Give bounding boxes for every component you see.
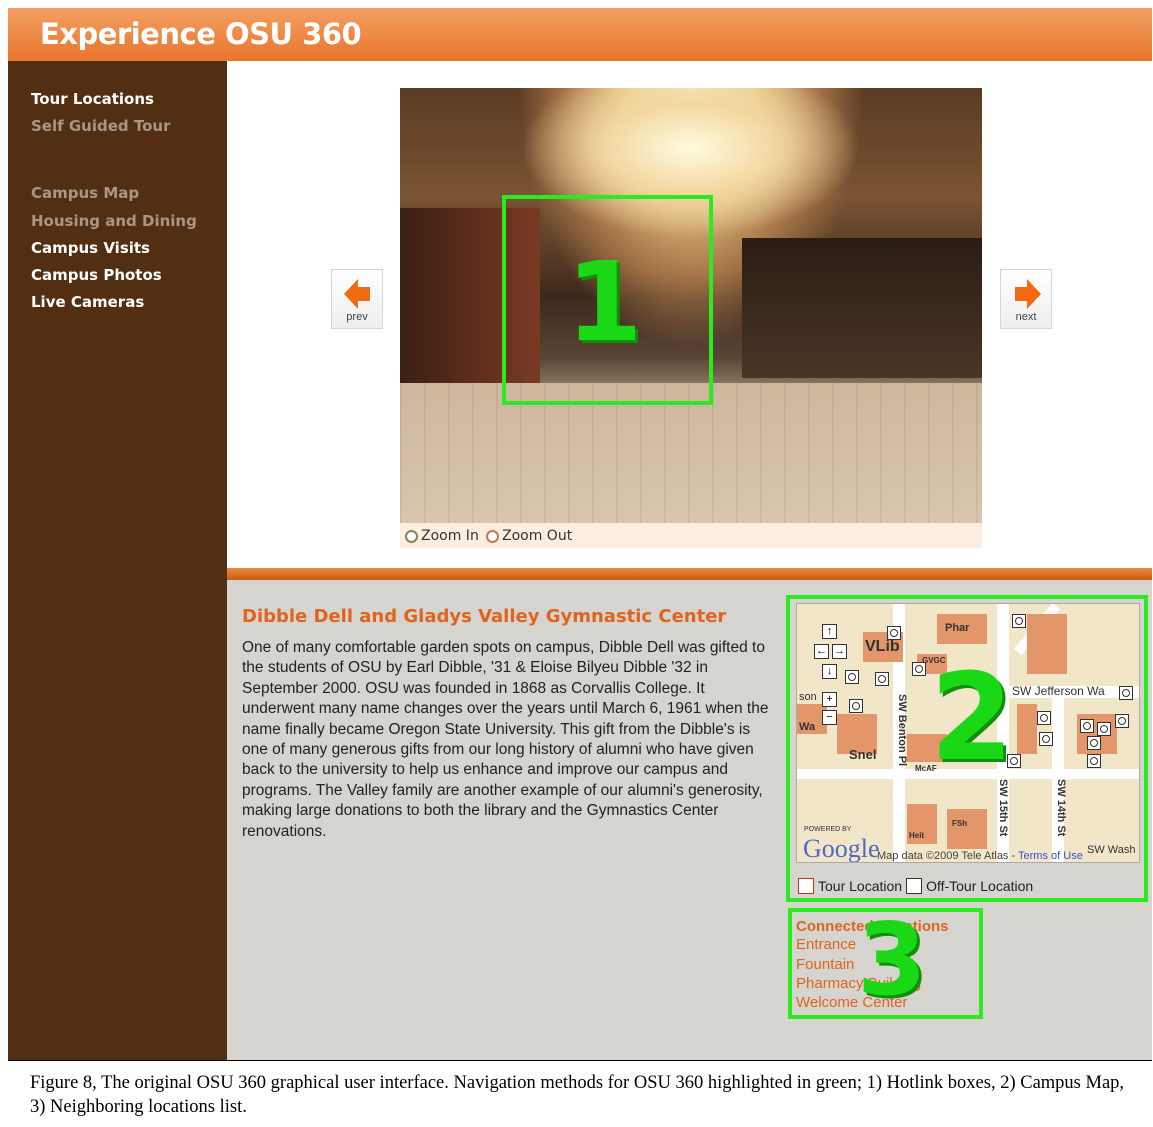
map-legend: Tour Location Off-Tour Location (798, 878, 1033, 894)
legend-off-tour-label: Off-Tour Location (926, 878, 1034, 894)
tour-location-icon (798, 878, 814, 894)
prev-button[interactable]: prev (331, 269, 383, 329)
highlight-number-2: 2 (930, 649, 1014, 788)
arrow-left-icon (344, 279, 370, 309)
legend-tour-label: Tour Location (818, 878, 903, 894)
zoom-in-icon (405, 529, 418, 543)
next-label: next (1015, 311, 1037, 323)
zoom-in-button[interactable]: Zoom In (405, 528, 479, 544)
neighboring-locations-highlight: 3 (788, 908, 983, 1019)
sidebar-item-housing-dining[interactable]: Housing and Dining (31, 212, 197, 230)
prev-label: prev (346, 311, 368, 323)
next-button[interactable]: next (1000, 269, 1052, 329)
highlight-number-3: 3 (857, 901, 927, 1018)
app-window: Experience OSU 360 Tour Locations Self G… (8, 8, 1152, 1061)
arrow-right-icon (1015, 279, 1041, 309)
zoom-out-button[interactable]: Zoom Out (486, 528, 572, 544)
zoom-out-icon (486, 529, 499, 543)
hotlink-box-highlight[interactable]: 1 (502, 195, 713, 405)
sidebar-item-self-guided-tour[interactable]: Self Guided Tour (31, 117, 171, 135)
location-title: Dibble Dell and Gladys Valley Gymnastic … (242, 606, 727, 627)
figure-caption: Figure 8, The original OSU 360 graphical… (30, 1073, 1125, 1117)
sidebar-item-campus-map[interactable]: Campus Map (31, 184, 139, 202)
sidebar-item-live-cameras[interactable]: Live Cameras (31, 293, 144, 311)
header-bar: Experience OSU 360 (8, 8, 1152, 61)
section-divider (227, 568, 1152, 580)
highlight-number-1: 1 (566, 238, 643, 366)
sidebar-item-tour-locations[interactable]: Tour Locations (31, 90, 154, 108)
sidebar: Tour Locations Self Guided Tour Campus M… (8, 61, 227, 1060)
location-description: One of many comfortable garden spots on … (242, 639, 769, 840)
app-title: Experience OSU 360 (40, 17, 362, 51)
zoom-in-label: Zoom In (421, 528, 479, 544)
off-tour-location-icon (906, 878, 923, 894)
panorama-counter-right (742, 238, 982, 378)
sidebar-item-campus-visits[interactable]: Campus Visits (31, 239, 150, 257)
zoom-out-label: Zoom Out (502, 528, 573, 544)
campus-map-highlight: 2 (786, 595, 1148, 902)
sidebar-item-campus-photos[interactable]: Campus Photos (31, 266, 162, 284)
